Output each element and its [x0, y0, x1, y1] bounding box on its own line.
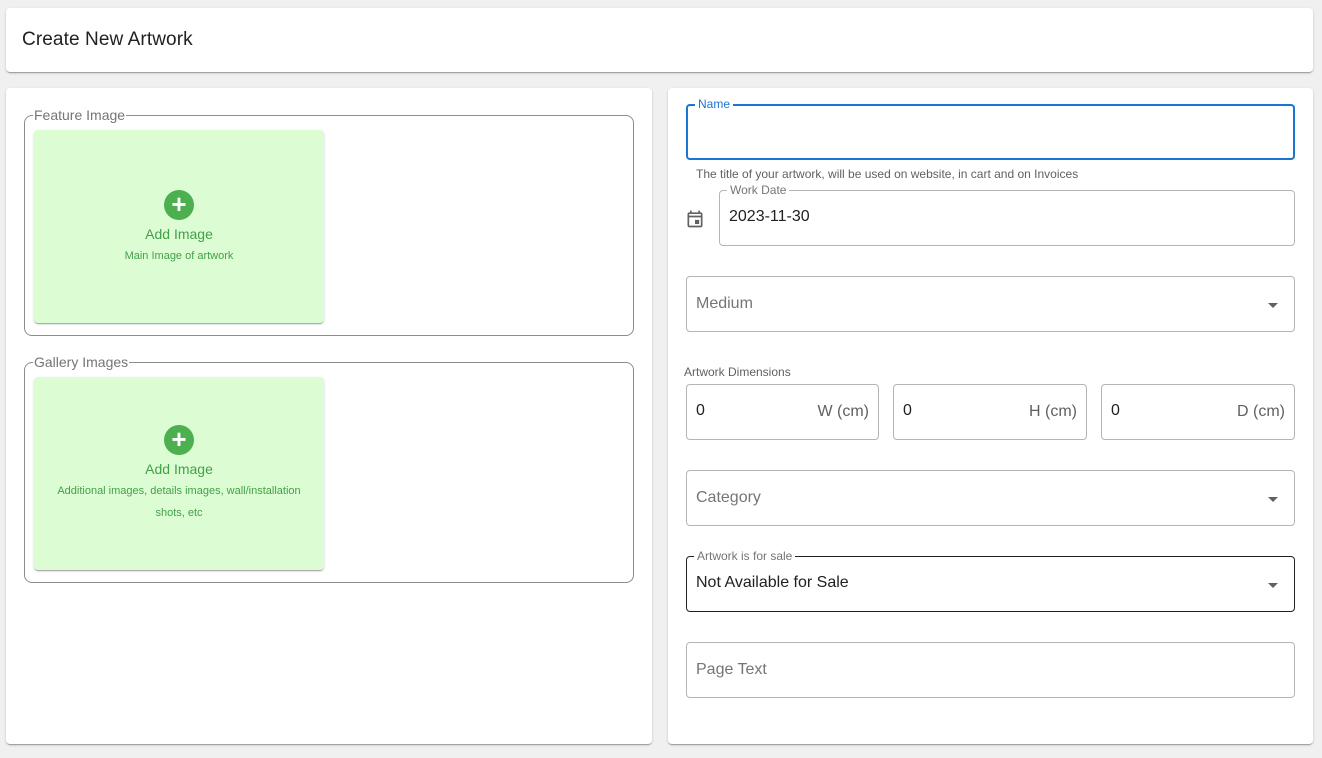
add-image-hint: Additional images, details images, wall/… [57, 485, 301, 519]
medium-placeholder: Medium [696, 295, 753, 312]
gallery-images-dropzone[interactable]: + Add Image Additional images, details i… [34, 377, 324, 570]
depth-unit: D (cm) [1237, 403, 1285, 420]
category-placeholder: Category [696, 489, 761, 506]
page-text-placeholder: Page Text [696, 661, 767, 678]
width-value: 0 [696, 402, 705, 419]
work-date-value: 2023-11-30 [729, 208, 810, 225]
chevron-down-icon [1268, 303, 1278, 308]
dimensions-label: Artwork Dimensions [684, 365, 791, 379]
width-input[interactable]: 0 W (cm) [686, 384, 879, 440]
add-image-label: Add Image [145, 226, 213, 242]
chevron-down-icon [1268, 583, 1278, 588]
plus-circle-icon: + [164, 425, 194, 455]
name-label: Name [695, 97, 734, 111]
height-input[interactable]: 0 H (cm) [893, 384, 1087, 440]
name-input[interactable]: Name [686, 97, 1295, 160]
feature-image-dropzone[interactable]: + Add Image Main Image of artwork [34, 130, 324, 323]
gallery-images-group: Gallery Images + Add Image Additional im… [24, 355, 634, 583]
gallery-images-legend: Gallery Images [34, 354, 129, 370]
page-header: Create New Artwork [6, 8, 1313, 72]
feature-image-legend: Feature Image [34, 107, 126, 123]
work-date-input[interactable]: Work Date 2023-11-30 [719, 183, 1295, 246]
work-date-label: Work Date [727, 183, 790, 197]
height-value: 0 [903, 402, 912, 419]
for-sale-label: Artwork is for sale [694, 549, 796, 563]
page-title: Create New Artwork [22, 29, 193, 50]
width-unit: W (cm) [817, 403, 869, 420]
height-unit: H (cm) [1029, 403, 1077, 420]
for-sale-value: Not Available for Sale [696, 574, 849, 591]
calendar-icon[interactable] [685, 209, 705, 229]
details-panel: Name The title of your artwork, will be … [668, 88, 1313, 744]
name-helper-text: The title of your artwork, will be used … [696, 167, 1079, 181]
depth-input[interactable]: 0 D (cm) [1101, 384, 1295, 440]
page-text-input[interactable]: Page Text [686, 642, 1295, 698]
medium-select[interactable]: Medium [686, 276, 1295, 332]
chevron-down-icon [1268, 497, 1278, 502]
for-sale-select[interactable]: Artwork is for sale Not Available for Sa… [686, 549, 1295, 612]
category-select[interactable]: Category [686, 470, 1295, 526]
add-image-label: Add Image [145, 461, 213, 477]
feature-image-group: Feature Image + Add Image Main Image of … [24, 108, 634, 336]
add-image-hint: Main Image of artwork [124, 250, 234, 262]
plus-circle-icon: + [164, 190, 194, 220]
images-panel: Feature Image + Add Image Main Image of … [6, 88, 652, 744]
depth-value: 0 [1111, 402, 1120, 419]
